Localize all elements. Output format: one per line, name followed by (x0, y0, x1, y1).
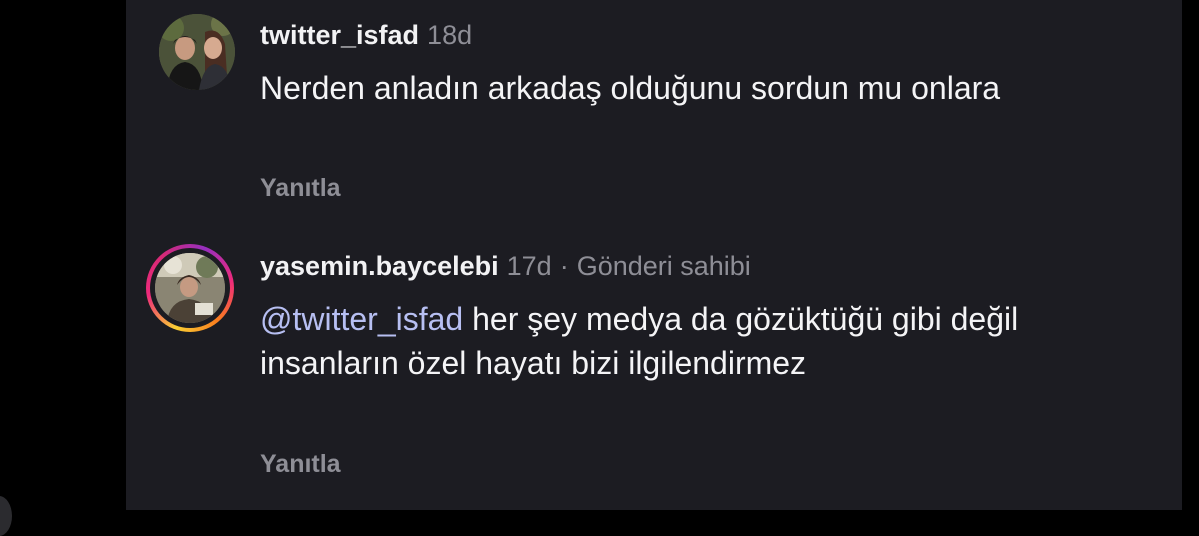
avatar-button[interactable] (159, 14, 235, 90)
username-link[interactable]: yasemin.baycelebi (260, 251, 499, 281)
username-link[interactable]: twitter_isfad (260, 20, 419, 50)
edge-artifact (0, 496, 12, 536)
comment-text: @twitter_isfad her şey medya da gözüktüğ… (260, 297, 1140, 385)
avatar (155, 253, 225, 323)
comments-panel: twitter_isfad 18d Nerden anladın arkadaş … (126, 0, 1182, 510)
avatar-photo-icon (159, 14, 235, 90)
avatar-photo-icon (155, 253, 225, 323)
story-ring-avatar-button[interactable] (146, 244, 234, 332)
reply-button[interactable]: Yanıtla (260, 449, 341, 479)
separator-dot: · (559, 251, 569, 281)
comment-header: twitter_isfad 18d (260, 18, 472, 52)
reply-button[interactable]: Yanıtla (260, 173, 341, 203)
timestamp: 17d (506, 251, 552, 281)
post-owner-badge: Gönderi sahibi (576, 251, 751, 281)
avatar (159, 14, 235, 90)
timestamp: 18d (427, 20, 473, 50)
comment-text: Nerden anladın arkadaş olduğunu sordun m… (260, 70, 1001, 106)
comment-header: yasemin.baycelebi 17d · Gönderi sahibi (260, 249, 751, 283)
mention-link[interactable]: @twitter_isfad (260, 301, 463, 337)
